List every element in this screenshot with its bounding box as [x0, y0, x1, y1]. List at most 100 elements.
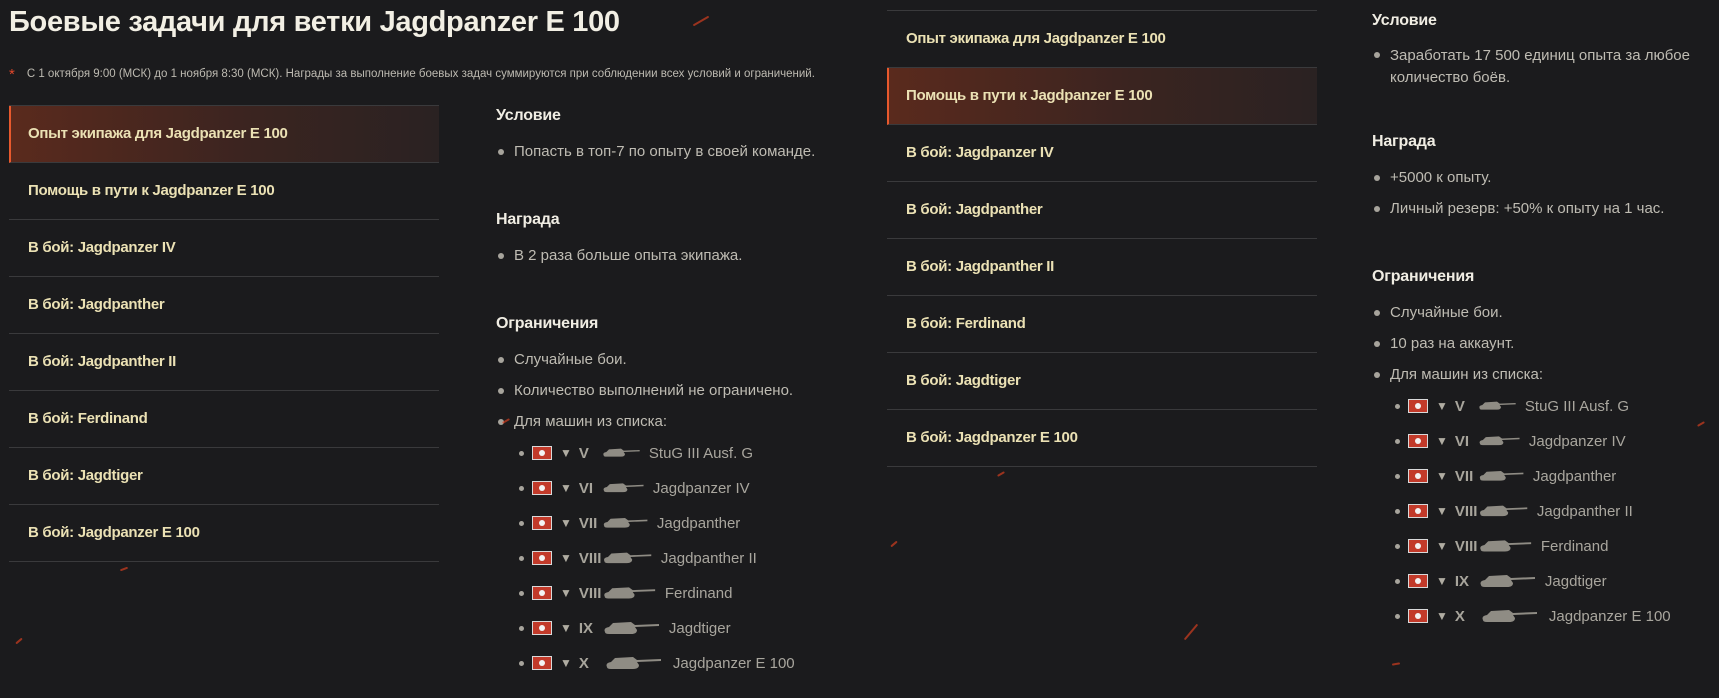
vehicle-tier: X — [578, 655, 589, 672]
vehicle-name: Jagdtiger — [1544, 573, 1607, 590]
tank-icon — [601, 548, 653, 566]
tank-icon — [1477, 466, 1525, 484]
bullet-item: +5000 к опыту. — [1372, 162, 1719, 193]
tank-destroyer-class-icon: ▼ — [1436, 504, 1448, 518]
restrictions-list: Случайные бои. 10 раз на аккаунт. Для маши… — [1372, 297, 1719, 390]
vehicle-tier: X — [1454, 608, 1465, 625]
germany-flag-icon — [532, 621, 552, 635]
reward-section: Награда +5000 к опыту. Личный резерв: +50%… — [1372, 131, 1719, 224]
tank-icon — [601, 478, 645, 496]
restrictions-section: Ограничения Случайные бои. 10 раз на аккау… — [1372, 266, 1719, 634]
bullet-item: Личный резерв: +50% к опыту на 1 час. — [1372, 193, 1719, 224]
tank-icon — [601, 513, 649, 531]
tank-destroyer-class-icon: ▼ — [1436, 399, 1448, 413]
tank-destroyer-class-icon: ▼ — [560, 481, 572, 495]
vehicle-item: ▼ VII Jagdpanther — [1390, 459, 1719, 494]
vehicle-tier: VIII — [1454, 538, 1478, 555]
vehicle-name: Jagdpanther — [1532, 468, 1617, 485]
tank-icon — [1477, 396, 1517, 414]
bullet-item: Случайные бои. — [496, 344, 896, 375]
bullet-item: 10 раз на аккаунт. — [1372, 328, 1719, 359]
vehicle-name: Jagdpanzer E 100 — [672, 655, 795, 672]
vehicle-item: ▼ IX Jagdtiger — [1390, 564, 1719, 599]
vehicle-item: ▼ VI Jagdpanzer IV — [514, 471, 896, 506]
quest-list: Опыт экипажа для Jagdpanzer E 100 Помощь … — [9, 105, 439, 562]
vehicle-tier: IX — [578, 620, 594, 637]
tank-icon — [601, 653, 665, 671]
bullet-item: Попасть в топ-7 по опыту в своей команде… — [496, 136, 896, 167]
germany-flag-icon — [532, 446, 552, 460]
germany-flag-icon — [1408, 469, 1428, 483]
quest-tab[interactable]: В бой: Jagdtiger — [887, 353, 1317, 410]
reward-list: В 2 раза больше опыта экипажа. — [496, 240, 896, 271]
tank-destroyer-class-icon: ▼ — [1436, 434, 1448, 448]
quest-details: Условие Попасть в топ-7 по опыту в своей … — [496, 105, 896, 681]
vehicle-item: ▼ VII Jagdpanther — [514, 506, 896, 541]
restrictions-heading: Ограничения — [1372, 268, 1475, 285]
quest-tab[interactable]: Опыт экипажа для Jagdpanzer E 100 — [9, 106, 439, 163]
germany-flag-icon — [532, 586, 552, 600]
date-note-text: С 1 октября 9:00 (МСК) до 1 ноября 8:30 … — [26, 68, 815, 80]
bullet-item: Случайные бои. — [1372, 297, 1719, 328]
germany-flag-icon — [1408, 399, 1428, 413]
condition-heading: Условие — [1372, 12, 1437, 29]
reward-heading: Награда — [496, 211, 560, 228]
vehicle-item: ▼ VIII Ferdinand — [514, 576, 896, 611]
quest-tab[interactable]: В бой: Jagdpanther II — [887, 239, 1317, 296]
vehicle-item: ▼ X Jagdpanzer E 100 — [1390, 599, 1719, 634]
tank-destroyer-class-icon: ▼ — [1436, 539, 1448, 553]
tank-icon — [1477, 501, 1529, 519]
tank-icon — [1477, 536, 1533, 554]
vehicle-name: Jagdpanther — [656, 515, 741, 532]
reward-section: Награда В 2 раза больше опыта экипажа. — [496, 209, 896, 271]
vehicle-name: Ferdinand — [1540, 538, 1609, 555]
quest-tab[interactable]: Опыт экипажа для Jagdpanzer E 100 — [887, 11, 1317, 68]
vehicle-name: StuG III Ausf. G — [648, 445, 754, 462]
asterisk-icon: * — [9, 66, 15, 83]
quest-tab[interactable]: Помощь в пути к Jagdpanzer E 100 — [9, 163, 439, 220]
vehicle-item: ▼ VI Jagdpanzer IV — [1390, 424, 1719, 459]
quest-tab[interactable]: В бой: Jagdpanzer E 100 — [887, 410, 1317, 467]
left-panel: Боевые задачи для ветки Jagdpanzer E 100… — [0, 0, 880, 698]
quest-tab[interactable]: Помощь в пути к Jagdpanzer E 100 — [887, 68, 1317, 125]
vehicle-name: Jagdpanther II — [1536, 503, 1633, 520]
restrictions-heading: Ограничения — [496, 315, 599, 332]
restrictions-section: Ограничения Случайные бои. Количество выпо… — [496, 313, 896, 681]
vehicle-name: Jagdpanther II — [660, 550, 757, 567]
quest-details: Условие Заработать 17 500 единиц опыта за… — [1372, 10, 1719, 634]
tank-destroyer-class-icon: ▼ — [560, 446, 572, 460]
vehicle-item: ▼ IX Jagdtiger — [514, 611, 896, 646]
tank-destroyer-class-icon: ▼ — [560, 621, 572, 635]
quest-tab[interactable]: В бой: Jagdpanzer E 100 — [9, 505, 439, 562]
vehicle-item: ▼ VIII Jagdpanther II — [514, 541, 896, 576]
quest-tab[interactable]: В бой: Jagdpanzer IV — [887, 125, 1317, 182]
quest-tab[interactable]: В бой: Ferdinand — [9, 391, 439, 448]
vehicle-item: ▼ V StuG III Ausf. G — [514, 436, 896, 471]
tank-icon — [601, 618, 661, 636]
quest-tab[interactable]: В бой: Jagdpanther — [9, 277, 439, 334]
quest-tab[interactable]: В бой: Jagdtiger — [9, 448, 439, 505]
condition-list: Заработать 17 500 единиц опыта за любое … — [1372, 41, 1719, 89]
bullet-item: В 2 раза больше опыта экипажа. — [496, 240, 896, 271]
tank-destroyer-class-icon: ▼ — [560, 516, 572, 530]
germany-flag-icon — [532, 551, 552, 565]
page-title: Боевые задачи для ветки Jagdpanzer E 100 — [9, 6, 620, 38]
vehicle-tier: VIII — [578, 550, 602, 567]
vehicle-tier: VIII — [1454, 503, 1478, 520]
condition-section: Условие Попасть в топ-7 по опыту в своей … — [496, 105, 896, 167]
quest-tab[interactable]: В бой: Ferdinand — [887, 296, 1317, 353]
vehicle-tier: VI — [578, 480, 594, 497]
reward-heading: Награда — [1372, 133, 1436, 150]
quest-tab[interactable]: В бой: Jagdpanther II — [9, 334, 439, 391]
vehicle-list: ▼ V StuG III Ausf. G ▼ VI Jagdpanzer IV ▼ VII Ja… — [496, 436, 896, 681]
vehicle-tier: VII — [1454, 468, 1474, 485]
tank-icon — [1477, 606, 1541, 624]
germany-flag-icon — [1408, 504, 1428, 518]
tank-icon — [601, 583, 657, 601]
vehicle-name: Jagdtiger — [668, 620, 731, 637]
quest-tab[interactable]: В бой: Jagdpanzer IV — [9, 220, 439, 277]
germany-flag-icon — [1408, 609, 1428, 623]
quest-tab[interactable]: В бой: Jagdpanther — [887, 182, 1317, 239]
bullet-item: Для машин из списка: — [496, 406, 896, 437]
tank-destroyer-class-icon: ▼ — [560, 586, 572, 600]
